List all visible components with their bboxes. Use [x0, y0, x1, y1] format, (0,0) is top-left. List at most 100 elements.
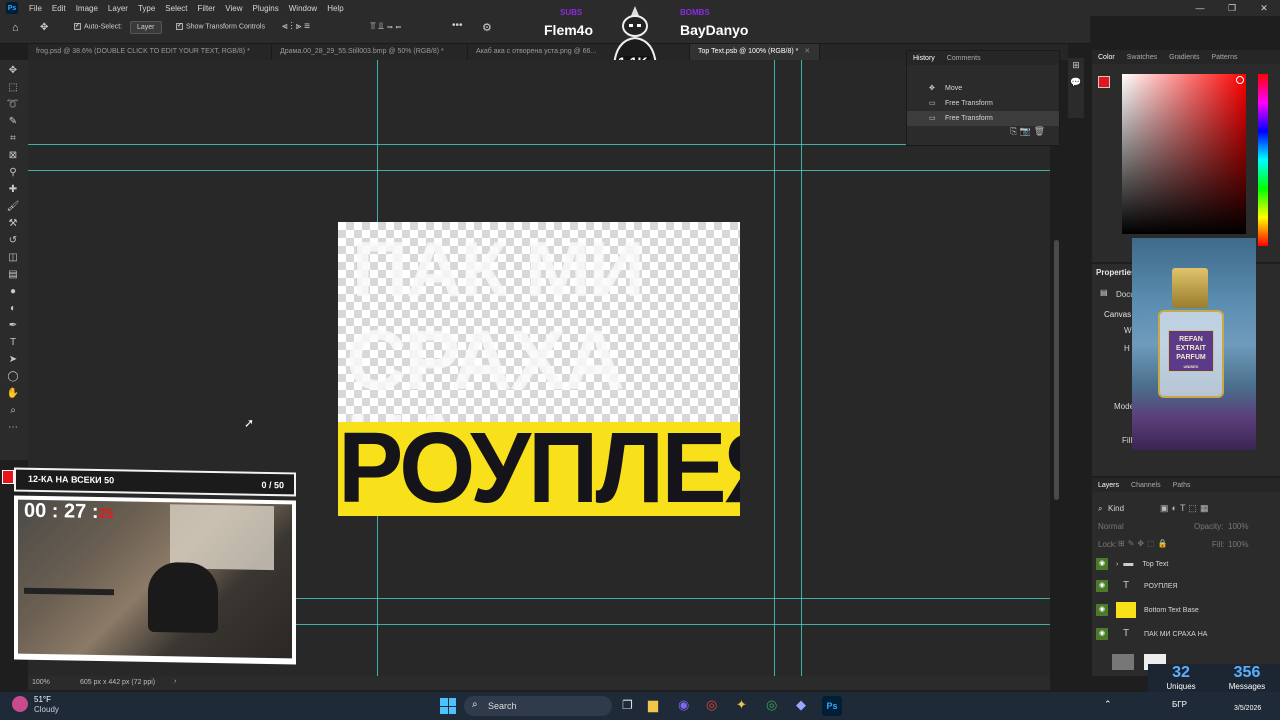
lock-icons[interactable]: ⊞✎✥⬚🔒 — [1118, 539, 1171, 548]
tab-swatches[interactable]: Swatches — [1121, 54, 1163, 61]
document-canvas[interactable]: ПАК МИ СРАХА НА РОУПЛЕЯ — [338, 222, 740, 516]
guide-vertical[interactable] — [774, 60, 775, 676]
history-brush-tool-icon[interactable]: ↺ — [6, 234, 20, 248]
auto-select-checkbox[interactable]: Auto-Select: — [74, 23, 122, 30]
move-tool-icon[interactable]: ✥ — [40, 22, 48, 33]
dodge-tool-icon[interactable]: ◐ — [6, 302, 20, 316]
path-select-tool-icon[interactable]: ➤ — [6, 353, 20, 367]
windows-start-icon[interactable] — [440, 698, 456, 714]
menu-plugins[interactable]: Plugins — [248, 4, 284, 13]
distribute-buttons[interactable]: ⫪ ⫫ ⫬ ⫭ — [370, 21, 401, 32]
guide-vertical[interactable] — [801, 60, 802, 676]
tab-comments[interactable]: Comments — [941, 55, 987, 62]
chevron-right-icon[interactable]: › — [1116, 561, 1118, 568]
tab-layers[interactable]: Layers — [1092, 482, 1125, 489]
layer-filter-kind[interactable]: Kind — [1108, 504, 1124, 513]
marquee-tool-icon[interactable]: ⬚ — [6, 81, 20, 95]
vertical-scrollbar[interactable] — [1054, 240, 1059, 500]
eyedropper-tool-icon[interactable]: ⚲ — [6, 166, 20, 180]
chrome-alt-icon[interactable]: ◎ — [766, 697, 777, 713]
hue-slider[interactable] — [1258, 74, 1268, 246]
visibility-eye-icon[interactable]: ◉ — [1096, 580, 1108, 592]
tab-top-text[interactable]: Top Text.psb @ 100% (RGB/8) * ✕ — [690, 44, 820, 60]
lasso-tool-icon[interactable]: ➰ — [6, 98, 20, 112]
maximize-icon[interactable]: ❐ — [1216, 0, 1248, 16]
tab-paths[interactable]: Paths — [1167, 482, 1197, 489]
minimize-icon[interactable]: — — [1184, 0, 1216, 16]
color-picker-field[interactable] — [1122, 74, 1246, 234]
more-options-button[interactable]: ••• — [452, 20, 463, 31]
menu-view[interactable]: View — [220, 4, 247, 13]
pen-tool-icon[interactable]: ✒ — [6, 319, 20, 333]
chevron-right-icon[interactable]: › — [174, 678, 176, 685]
zoom-level[interactable]: 100% — [32, 679, 50, 686]
guide-horizontal[interactable] — [28, 170, 1050, 171]
weather-icon[interactable] — [12, 696, 28, 712]
foreground-color[interactable] — [1098, 76, 1110, 88]
blur-tool-icon[interactable]: ● — [6, 285, 20, 299]
new-document-icon[interactable]: ⎘ — [1010, 126, 1017, 136]
tab-gradients[interactable]: Gradients — [1163, 54, 1205, 61]
tab-color[interactable]: Color — [1092, 54, 1121, 61]
menu-filter[interactable]: Filter — [193, 4, 221, 13]
layer-row[interactable]: ◉ Bottom Text Base — [1092, 598, 1280, 622]
healing-tool-icon[interactable]: ✚ — [6, 183, 20, 197]
stamp-tool-icon[interactable]: ⚒ — [6, 217, 20, 231]
layer-row[interactable]: ◉ T РОУПЛЕЯ — [1092, 574, 1280, 598]
home-icon[interactable]: ⌂ — [12, 22, 19, 34]
taskbar-date[interactable]: 3/5/2026 — [1234, 705, 1261, 712]
tab-patterns[interactable]: Patterns — [1205, 54, 1243, 61]
align-buttons[interactable]: ⫷ ⫶ ⫸ ≡ — [282, 21, 310, 32]
comments-panel-icon[interactable]: 💬 — [1068, 77, 1084, 88]
hand-tool-icon[interactable]: ✋ — [6, 387, 20, 401]
chrome-icon[interactable]: ◎ — [706, 697, 717, 713]
app-icon[interactable]: ◆ — [796, 697, 806, 713]
menu-window[interactable]: Window — [284, 4, 322, 13]
foreground-color-swatch[interactable] — [2, 470, 14, 484]
app-icon[interactable]: ✦ — [736, 697, 747, 713]
history-item[interactable]: ✥ Move — [907, 81, 1059, 96]
menu-help[interactable]: Help — [322, 4, 348, 13]
layer-row[interactable]: ◉ T ПАК МИ СРАХА НА — [1092, 622, 1280, 646]
fill-value[interactable]: 100% — [1228, 540, 1248, 549]
settings-gear-icon[interactable]: ⚙ — [482, 21, 492, 34]
eraser-tool-icon[interactable]: ◫ — [6, 251, 20, 265]
layer-select[interactable]: Layer — [130, 21, 162, 34]
show-transform-checkbox[interactable]: Show Transform Controls — [176, 23, 265, 30]
taskbar-search[interactable]: ⌕ Search — [464, 696, 612, 716]
shape-tool-icon[interactable]: ◯ — [6, 370, 20, 384]
tab-frog[interactable]: frog.psd @ 38.6% (DOUBLE CLICK TO EDIT Y… — [28, 44, 272, 60]
close-tab-icon[interactable]: ✕ — [804, 48, 810, 55]
language-indicator[interactable]: БГР — [1172, 700, 1187, 709]
snapshot-icon[interactable]: 📷 — [1020, 126, 1031, 136]
tab-channels[interactable]: Channels — [1125, 482, 1167, 489]
close-icon[interactable]: ✕ — [1248, 0, 1280, 16]
opacity-value[interactable]: 100% — [1228, 522, 1248, 531]
zoom-tool-icon[interactable]: ⌕ — [6, 404, 20, 418]
color-picker-cursor[interactable] — [1236, 76, 1244, 84]
tab-drama[interactable]: Драма.00_28_29_55.Still003.bmp @ 50% (RG… — [272, 44, 468, 60]
tab-history[interactable]: History — [907, 55, 941, 62]
layer-row[interactable]: ◉ › ▬ Top Text — [1092, 552, 1280, 576]
gradient-tool-icon[interactable]: ▤ — [6, 268, 20, 282]
layer-filter-icons[interactable]: ▣◐T⬚▦ — [1160, 503, 1211, 514]
edit-toolbar-icon[interactable]: ⋯ — [6, 421, 20, 435]
menu-layer[interactable]: Layer — [103, 4, 133, 13]
move-tool-icon[interactable]: ✥ — [6, 64, 20, 78]
menu-image[interactable]: Image — [71, 4, 103, 13]
trash-icon[interactable]: 🗑 — [1034, 126, 1045, 136]
quick-select-tool-icon[interactable]: ✎ — [6, 115, 20, 129]
visibility-eye-icon[interactable]: ◉ — [1096, 604, 1108, 616]
task-view-icon[interactable]: ❐ — [622, 698, 633, 712]
photoshop-taskbar-icon[interactable]: Ps — [822, 696, 842, 716]
visibility-eye-icon[interactable]: ◉ — [1096, 558, 1108, 570]
type-tool-icon[interactable]: T — [6, 336, 20, 350]
history-item[interactable]: ▭ Free Transform — [907, 111, 1059, 126]
menu-select[interactable]: Select — [160, 4, 192, 13]
tray-chevron-icon[interactable]: ⌃ — [1104, 699, 1112, 710]
brush-tool-icon[interactable]: 🖌 — [6, 200, 20, 214]
visibility-eye-icon[interactable]: ◉ — [1096, 628, 1108, 640]
history-panel-icon[interactable]: ⊞ — [1068, 60, 1084, 71]
menu-type[interactable]: Type — [133, 4, 160, 13]
frame-tool-icon[interactable]: ⊠ — [6, 149, 20, 163]
